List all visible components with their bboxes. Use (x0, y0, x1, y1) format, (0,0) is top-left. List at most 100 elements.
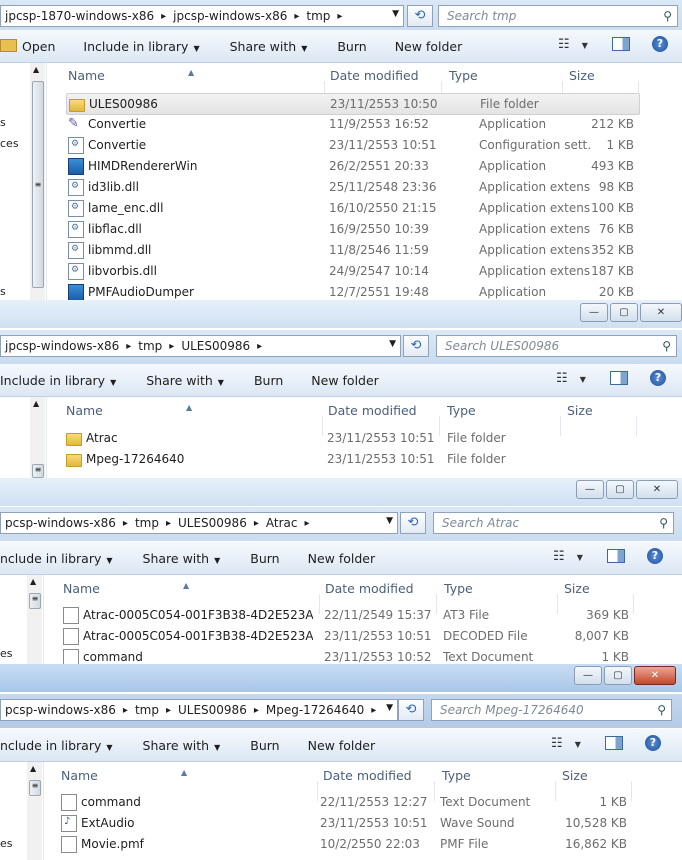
navigation-pane[interactable]: s ces s ▲ ≡ (0, 63, 47, 300)
minimize-button[interactable]: — (580, 303, 608, 322)
nav-scrollbar[interactable]: ▲ ≡ (27, 762, 42, 860)
new-folder-button[interactable]: New folder (308, 738, 376, 753)
preview-pane-icon[interactable] (604, 736, 623, 750)
breadcrumb-item[interactable]: Atrac (266, 516, 298, 530)
column-divider[interactable] (631, 781, 632, 801)
search-input[interactable]: Search ULES00986 ⚲ (436, 335, 677, 357)
burn-button[interactable]: Burn (254, 373, 283, 388)
burn-button[interactable]: Burn (250, 551, 279, 566)
search-icon[interactable]: ⚲ (657, 700, 666, 720)
file-row[interactable]: Mpeg-17264640 23/11/2553 10:51 File folder (64, 449, 636, 469)
search-icon[interactable]: ⚲ (662, 336, 671, 356)
column-divider[interactable] (633, 594, 634, 614)
nav-scrollbar[interactable]: ▲ ≡ (30, 63, 45, 300)
column-type-header[interactable]: Type (442, 768, 471, 783)
nav-scrollbar[interactable]: ▲ ≡ (30, 397, 45, 478)
file-row[interactable]: ULES00986 23/11/2553 10:50 File folder (66, 93, 640, 115)
column-name-header[interactable]: Name (68, 68, 105, 83)
address-bar[interactable]: pcsp-windows-x86 ▸ tmp ▸ ULES00986 ▸ Atrac ▸… (0, 512, 398, 534)
column-date-header[interactable]: Date modified (323, 768, 412, 783)
column-type-header[interactable]: Type (447, 403, 476, 418)
breadcrumb-chevron-icon[interactable]: ▸ (166, 705, 171, 716)
breadcrumb-item[interactable]: pcsp-windows-x86 (5, 516, 116, 530)
file-row[interactable]: command 22/11/2553 12:27 Text Document 1 KB (59, 792, 631, 812)
include-in-library-button[interactable]: Include in library ▼ (0, 373, 116, 388)
breadcrumb-chevron-icon[interactable]: ▸ (169, 341, 174, 352)
help-icon[interactable]: ? (644, 735, 661, 751)
minimize-button[interactable]: — (574, 666, 602, 685)
breadcrumb-chevron-icon[interactable]: ▸ (294, 11, 299, 22)
breadcrumb-chevron-icon[interactable]: ▸ (254, 518, 259, 529)
scroll-up-icon[interactable]: ▲ (30, 764, 36, 773)
help-icon[interactable]: ? (646, 548, 663, 564)
file-row[interactable]: libvorbis.dll24/9/2547 10:14Application … (66, 261, 638, 281)
new-folder-button[interactable]: New folder (308, 551, 376, 566)
search-input[interactable]: Search Atrac ⚲ (433, 512, 674, 534)
nav-item-fragment[interactable]: es (0, 647, 13, 660)
nav-item-fragment[interactable]: s (0, 285, 6, 298)
include-in-library-button[interactable]: nclude in library ▼ (0, 551, 113, 566)
column-date-header[interactable]: Date modified (330, 68, 419, 83)
file-row[interactable]: id3lib.dll25/11/2548 23:36Application ex… (66, 177, 638, 197)
column-size-header[interactable]: Size (567, 403, 593, 418)
column-type-header[interactable]: Type (444, 581, 473, 596)
breadcrumb-item[interactable]: tmp (135, 516, 159, 530)
scroll-thumb[interactable]: ≡ (32, 81, 44, 288)
maximize-button[interactable]: ▢ (606, 480, 634, 499)
breadcrumb-chevron-icon[interactable]: ▸ (161, 11, 166, 22)
view-options-icon[interactable]: ☷ ▼ (553, 549, 583, 564)
new-folder-button[interactable]: New folder (311, 373, 379, 388)
breadcrumb-item[interactable]: tmp (306, 9, 330, 23)
burn-button[interactable]: Burn (250, 738, 279, 753)
close-button[interactable]: ✕ (634, 666, 676, 685)
open-button[interactable]: Open (0, 38, 55, 54)
address-bar[interactable]: jpcsp-windows-x86 ▸ tmp ▸ ULES00986 ▸ ▼ (0, 335, 401, 357)
breadcrumb-item[interactable]: pcsp-windows-x86 (5, 703, 116, 717)
breadcrumb-item[interactable]: jpcsp-1870-windows-x86 (5, 9, 154, 23)
view-options-icon[interactable]: ☷ ▼ (558, 37, 588, 52)
file-row[interactable]: lame_enc.dll16/10/2550 21:15Application … (66, 198, 638, 218)
nav-item-fragment[interactable]: ces (0, 137, 19, 150)
column-size-header[interactable]: Size (562, 768, 588, 783)
file-row[interactable]: command 23/11/2553 10:52 Text Document 1 KB (61, 647, 633, 664)
breadcrumb-item[interactable]: ULES00986 (181, 339, 250, 353)
file-row[interactable]: Atrac-0005C054-001F3B38-4D2E523A.at3....… (61, 626, 633, 646)
burn-button[interactable]: Burn (337, 39, 366, 54)
scroll-up-icon[interactable]: ▲ (33, 65, 39, 74)
preview-pane-icon[interactable] (609, 371, 628, 385)
search-input[interactable]: Search Mpeg-17264640 ⚲ (431, 699, 672, 721)
view-options-icon[interactable]: ☷ ▼ (556, 371, 586, 386)
breadcrumb-chevron-icon[interactable]: ▸ (123, 518, 128, 529)
address-dropdown-icon[interactable]: ▼ (389, 339, 396, 349)
file-row[interactable]: HIMDRendererWin 26/2/2551 20:33 Applicatio… (66, 156, 638, 176)
column-type-header[interactable]: Type (449, 68, 478, 83)
breadcrumb-item[interactable]: jpcsp-windows-x86 (5, 339, 119, 353)
scroll-up-icon[interactable]: ▲ (30, 577, 36, 586)
scroll-thumb[interactable]: ≡ (29, 593, 41, 609)
close-button[interactable]: ✕ (640, 303, 682, 322)
include-in-library-button[interactable]: nclude in library ▼ (0, 738, 113, 753)
column-divider[interactable] (636, 416, 637, 436)
breadcrumb-item[interactable]: jpcsp-windows-x86 (173, 9, 287, 23)
column-date-header[interactable]: Date modified (328, 403, 417, 418)
preview-pane-icon[interactable] (606, 549, 625, 563)
navigation-pane[interactable]: ▲ ≡ (0, 397, 47, 478)
share-with-button[interactable]: Share with ▼ (230, 39, 308, 54)
share-with-button[interactable]: Share with ▼ (143, 551, 221, 566)
breadcrumb-chevron-icon[interactable]: ▸ (166, 518, 171, 529)
address-bar[interactable]: jpcsp-1870-windows-x86 ▸ jpcsp-windows-x8… (0, 5, 404, 27)
breadcrumb-chevron-icon[interactable]: ▸ (371, 705, 376, 716)
address-bar[interactable]: pcsp-windows-x86 ▸ tmp ▸ ULES00986 ▸ Mpeg-1… (0, 699, 398, 721)
file-row[interactable]: Convertie23/11/2553 10:51Configuration s… (66, 135, 638, 155)
nav-scrollbar[interactable]: ▲ ≡ (27, 575, 42, 664)
file-row[interactable]: PMFAudioDumper 12/7/2551 19:48 Application… (66, 282, 638, 300)
search-icon[interactable]: ⚲ (663, 6, 672, 26)
column-size-header[interactable]: Size (569, 68, 595, 83)
column-date-header[interactable]: Date modified (325, 581, 414, 596)
help-icon[interactable]: ? (651, 36, 668, 52)
share-with-button[interactable]: Share with ▼ (146, 373, 224, 388)
column-size-header[interactable]: Size (564, 581, 590, 596)
breadcrumb-chevron-icon[interactable]: ▸ (337, 11, 342, 22)
search-input[interactable]: Search tmp ⚲ (438, 5, 678, 27)
minimize-button[interactable]: — (576, 480, 604, 499)
